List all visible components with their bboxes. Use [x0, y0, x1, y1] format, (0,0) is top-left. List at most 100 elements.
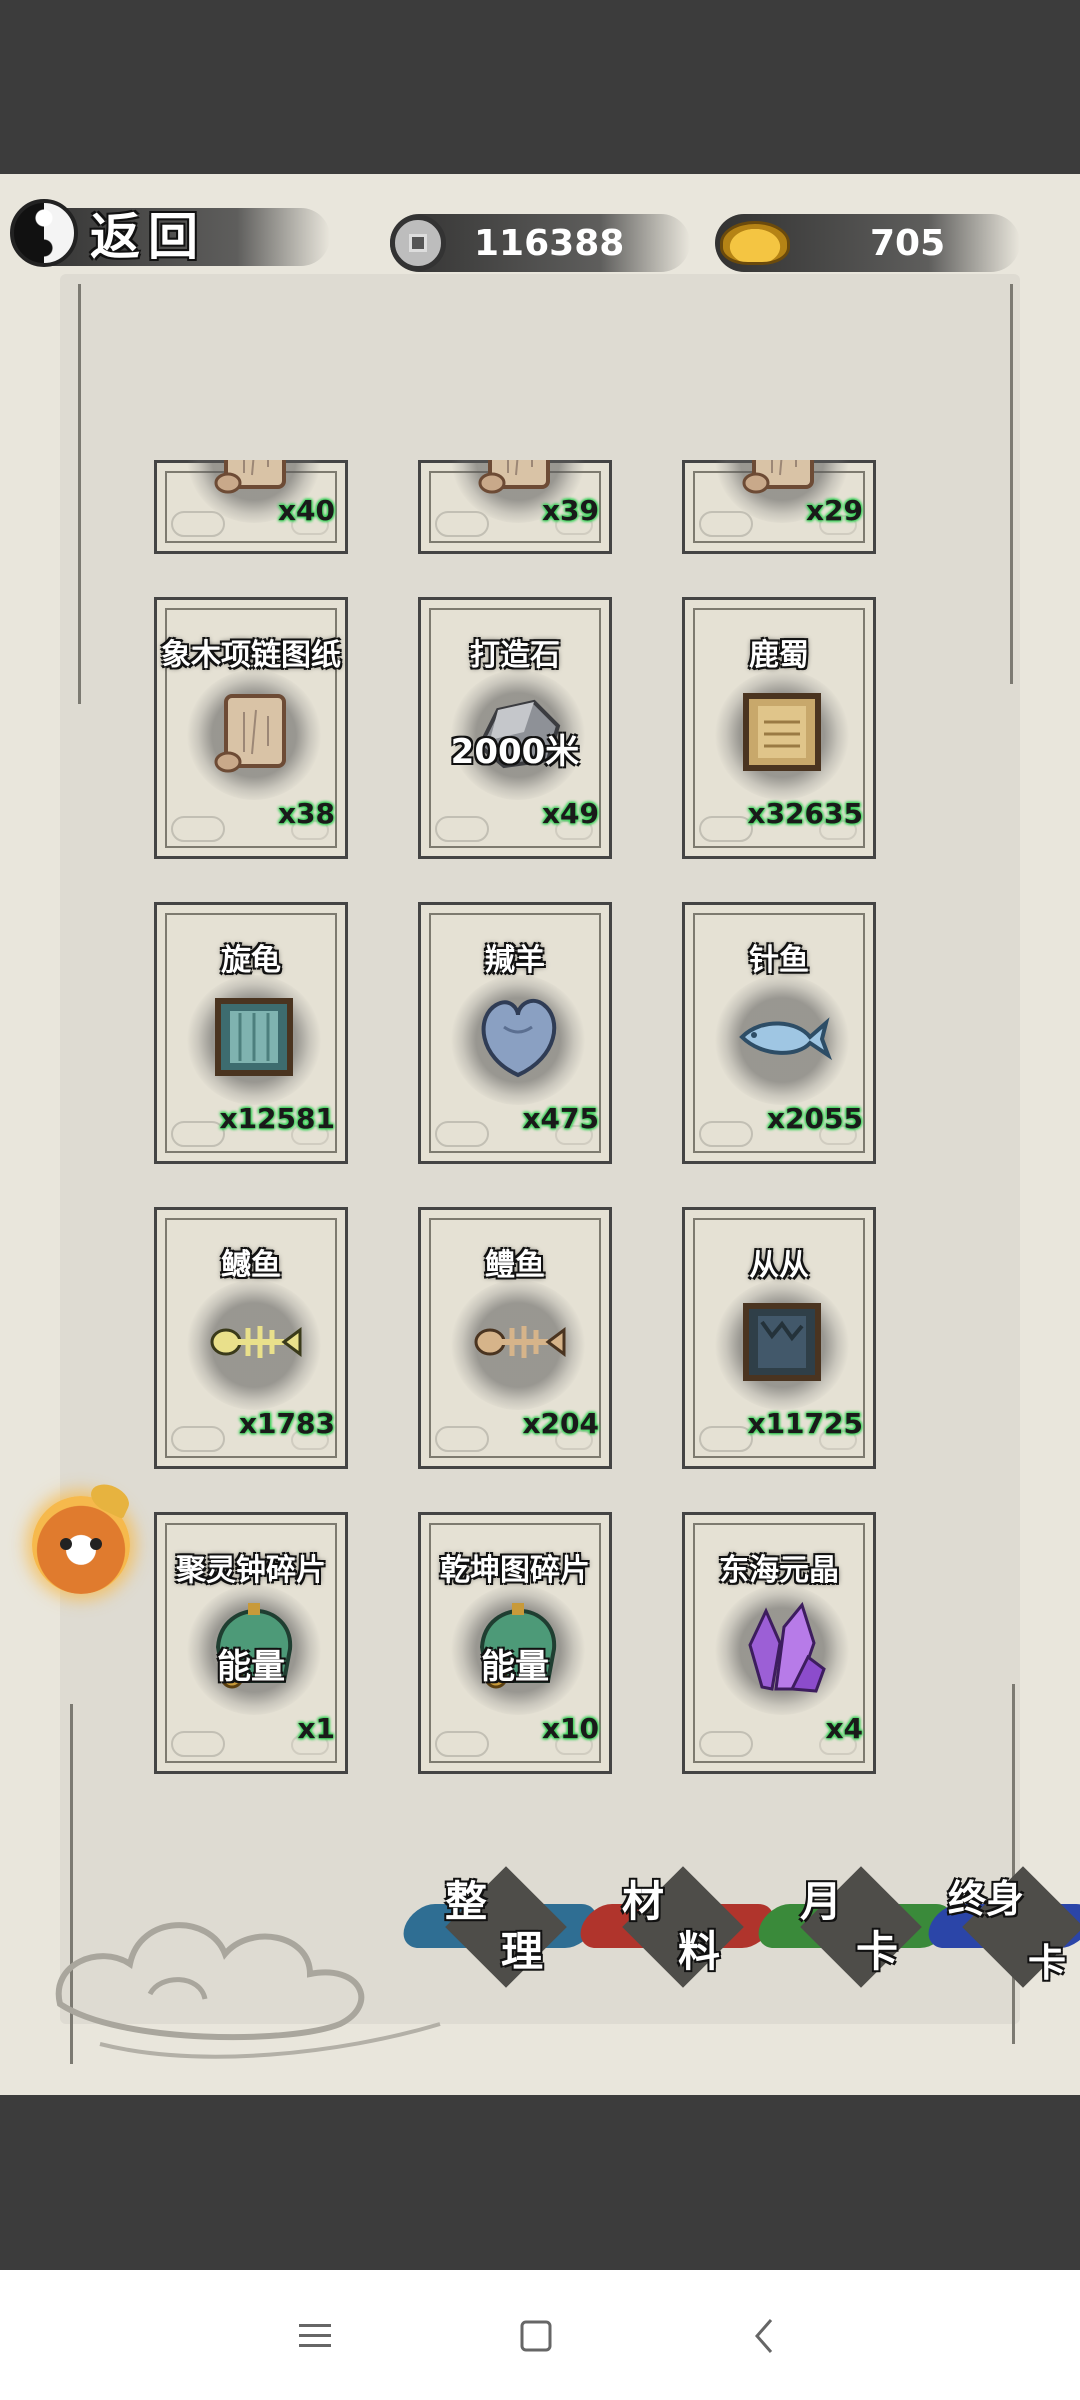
item-count: x49	[541, 797, 599, 830]
cloud-pattern-icon	[171, 1426, 225, 1452]
item-card[interactable]: 象木项链图纸 x38	[154, 597, 348, 859]
tab-materials-char1: 材	[622, 1877, 665, 1926]
item-card[interactable]: 鹿蜀 x32635	[682, 597, 876, 859]
item-card[interactable]: 鳢鱼 x204	[418, 1207, 612, 1469]
item-name: 象木项链图纸	[161, 638, 341, 673]
item-count: x2055	[767, 1102, 863, 1135]
inventory-screen: 返回 116388 705 x40 x39 x29 象木项链图纸 x38 打造石 2000米…	[0, 174, 1080, 2095]
cloud-pattern-icon	[699, 1426, 753, 1452]
item-count: x29	[805, 494, 863, 527]
item-card[interactable]: 鳡鱼 x1783	[154, 1207, 348, 1469]
item-count: x12581	[219, 1102, 335, 1135]
status-bar-area	[0, 0, 1080, 174]
item-name: 鹿蜀	[749, 638, 809, 673]
cloud-pattern-icon	[171, 816, 225, 842]
item-name: 旋龟	[221, 943, 281, 978]
cloud-pattern-icon	[699, 511, 753, 537]
tab-materials-char2: 料	[678, 1927, 721, 1976]
item-count: x1783	[239, 1407, 335, 1440]
bottom-letterbox	[0, 2095, 1080, 2270]
item-card[interactable]: x39	[418, 460, 612, 554]
cloud-pattern-icon	[435, 1426, 489, 1452]
tab-lifetime-char1: 终身	[948, 1876, 1025, 1921]
tab-monthly-card[interactable]: 月 卡	[751, 1866, 959, 1988]
scroll-icon	[204, 682, 304, 782]
system-nav-bar	[0, 2270, 1080, 2400]
home-square-icon	[520, 2320, 552, 2352]
copper-coin-icon	[390, 215, 446, 271]
item-count: x32635	[747, 797, 863, 830]
cloud-decoration-icon	[55, 1922, 441, 2059]
item-count: x11725	[747, 1407, 863, 1440]
item-name: 打造石	[470, 638, 560, 673]
back-label: 返回	[90, 207, 206, 266]
item-card[interactable]: 旋龟 x12581	[154, 902, 348, 1164]
tab-organize-char2: 理	[501, 1927, 544, 1976]
tab-organize-char1: 整	[445, 1877, 488, 1926]
item-overlay-text: 能量	[481, 1647, 549, 1687]
back-chevron-icon	[755, 2319, 773, 2353]
cloud-pattern-icon	[435, 816, 489, 842]
cloud-pattern-icon	[435, 511, 489, 537]
cloud-pattern-icon	[171, 1731, 225, 1757]
cloud-pattern-icon	[699, 1731, 753, 1757]
item-count: x10	[541, 1712, 599, 1745]
tab-organize[interactable]: 整 理	[396, 1866, 604, 1988]
gold-amount: 705	[870, 222, 946, 264]
menu-icon	[299, 2324, 331, 2347]
item-name: 聚灵钟碎片	[176, 1553, 326, 1588]
cloud-pattern-icon	[435, 1121, 489, 1147]
item-count: x475	[522, 1102, 599, 1135]
gold-balance: 705	[720, 212, 1020, 274]
item-count: x204	[522, 1407, 599, 1440]
item-card[interactable]: x40	[154, 460, 348, 554]
item-name: 东海元晶	[719, 1553, 839, 1588]
item-card[interactable]: 东海元晶 x4	[682, 1512, 876, 1774]
item-count: x1	[297, 1712, 335, 1745]
item-grid: x40 x39 x29 象木项链图纸 x38 打造石 2000米 x49 鹿蜀 x32635 旋龟 x…	[154, 460, 876, 1774]
item-overlay-text: 2000米	[450, 732, 580, 772]
menu-nav-button[interactable]	[285, 2306, 345, 2366]
item-count: x38	[277, 797, 335, 830]
heart-organ-icon	[468, 987, 568, 1087]
yinyang-icon	[10, 199, 78, 267]
cloud-pattern-icon	[435, 1731, 489, 1757]
item-card[interactable]: 聚灵钟碎片能量 x1	[154, 1512, 348, 1774]
tab-lifetime-card[interactable]: 终身 卡	[921, 1866, 1080, 1988]
tab-monthly-char2: 卡	[856, 1927, 899, 1976]
fish-bone-yellow-icon	[204, 1292, 304, 1392]
item-count: x40	[277, 494, 335, 527]
item-card[interactable]: 乾坤图碎片 能量 x10	[418, 1512, 612, 1774]
item-card[interactable]: 羬羊 x475	[418, 902, 612, 1164]
fish-blue-icon	[732, 987, 832, 1087]
cloud-pattern-icon	[699, 1121, 753, 1147]
item-name: 羬羊	[485, 943, 545, 978]
item-card[interactable]: 打造石 2000米 x49	[418, 597, 612, 859]
tab-monthly-char1: 月	[800, 1877, 843, 1926]
item-card[interactable]: 针鱼 x2055	[682, 902, 876, 1164]
back-button[interactable]: 返回	[10, 198, 330, 268]
item-card[interactable]: x29	[682, 460, 876, 554]
item-overlay-text: 能量	[217, 1647, 285, 1687]
tab-materials[interactable]: 材 料	[573, 1866, 781, 1988]
coin-amount: 116388	[474, 222, 625, 264]
item-grid-viewport[interactable]: x40 x39 x29 象木项链图纸 x38 打造石 2000米 x49 鹿蜀 x32635 旋龟 x…	[0, 460, 1080, 1960]
home-nav-button[interactable]	[506, 2306, 566, 2366]
framed-hide-dark-icon	[732, 1292, 832, 1392]
item-name: 从从	[749, 1248, 809, 1283]
back-nav-button[interactable]	[735, 2306, 795, 2366]
framed-hide-tan-icon	[732, 682, 832, 782]
cloud-pattern-icon	[171, 1121, 225, 1147]
framed-hide-teal-icon	[204, 987, 304, 1087]
item-card[interactable]: 从从 x11725	[682, 1207, 876, 1469]
item-count: x4	[825, 1712, 863, 1745]
cloud-pattern-icon	[699, 816, 753, 842]
item-name: 针鱼	[749, 943, 809, 978]
cloud-pattern-icon	[171, 511, 225, 537]
mascot-helper-icon[interactable]	[32, 1496, 130, 1594]
tab-lifetime-char2: 卡	[1028, 1940, 1067, 1985]
item-name: 鳢鱼	[485, 1248, 545, 1283]
fish-bone-tan-icon	[468, 1292, 568, 1392]
item-name: 鳡鱼	[221, 1248, 281, 1283]
coin-balance: 116388	[390, 212, 690, 274]
